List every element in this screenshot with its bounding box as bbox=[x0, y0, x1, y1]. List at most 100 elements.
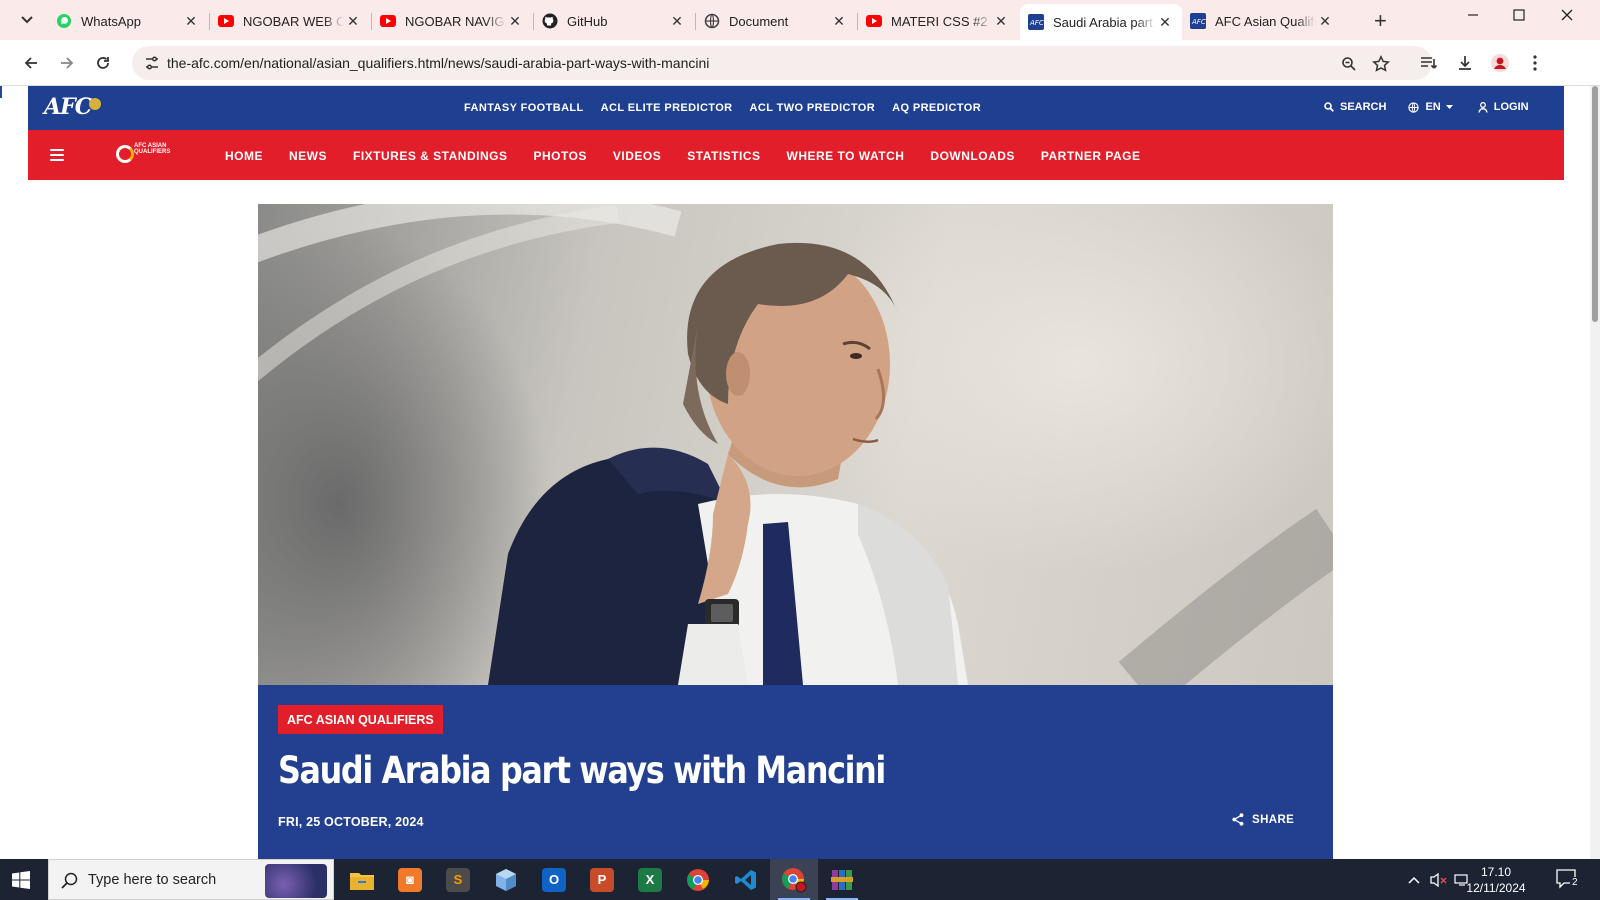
close-icon[interactable]: ✕ bbox=[668, 13, 686, 30]
volume-muted-button[interactable] bbox=[1430, 859, 1448, 900]
category-badge[interactable]: AFC ASIAN QUALIFIERS bbox=[278, 705, 443, 734]
close-icon[interactable]: ✕ bbox=[1156, 14, 1174, 31]
file-explorer-icon bbox=[350, 872, 374, 890]
powerpoint-icon: P bbox=[590, 867, 614, 892]
tab-afc-asian-qualifiers[interactable]: AFC AFC Asian Qualifie ✕ bbox=[1182, 6, 1342, 36]
tab-ngobar-web[interactable]: NGOBAR WEB CO ✕ bbox=[210, 6, 370, 36]
youtube-icon bbox=[218, 13, 234, 29]
main-nav-bar: AFC ASIAN QUALIFIERS HOME NEWS FIXTURES … bbox=[28, 130, 1564, 180]
nav-videos[interactable]: VIDEOS bbox=[613, 149, 661, 163]
search-icon bbox=[61, 872, 78, 889]
article-headline: Saudi Arabia part ways with Mancini bbox=[278, 749, 886, 792]
reading-list-icon[interactable] bbox=[1418, 52, 1440, 74]
profile-avatar-icon[interactable] bbox=[1489, 52, 1511, 74]
maximize-icon bbox=[1513, 9, 1525, 21]
taskbar-excel[interactable]: X bbox=[626, 859, 674, 900]
nav-fixtures-standings[interactable]: FIXTURES & STANDINGS bbox=[353, 149, 507, 163]
taskbar-vscode[interactable] bbox=[722, 859, 770, 900]
close-window-button[interactable] bbox=[1552, 8, 1582, 26]
taskbar-winrar[interactable] bbox=[818, 859, 866, 900]
top-nav-fantasy-football[interactable]: FANTASY FOOTBALL bbox=[464, 102, 584, 114]
tab-ngobar-navigasi[interactable]: NGOBAR NAVIGA ✕ bbox=[372, 6, 532, 36]
taskbar-file-explorer[interactable] bbox=[338, 859, 386, 900]
tab-title: GitHub bbox=[567, 13, 608, 29]
clock-date: 12/11/2024 bbox=[1466, 881, 1526, 895]
tab-title: NGOBAR NAVIGA bbox=[405, 13, 506, 29]
close-icon[interactable]: ✕ bbox=[1316, 13, 1334, 30]
sublime-text-icon: S bbox=[446, 867, 470, 892]
top-nav-acl-elite-predictor[interactable]: ACL ELITE PREDICTOR bbox=[601, 102, 733, 114]
nav-news[interactable]: NEWS bbox=[289, 149, 327, 163]
nav-statistics[interactable]: STATISTICS bbox=[687, 149, 760, 163]
windows-start-button[interactable] bbox=[12, 871, 30, 889]
tab-search-button[interactable] bbox=[14, 8, 40, 32]
taskbar-app-orange[interactable]: ◙ bbox=[386, 859, 434, 900]
tab-document[interactable]: Document ✕ bbox=[696, 6, 856, 36]
tray-overflow-button[interactable] bbox=[1408, 859, 1420, 900]
asian-qualifiers-logo[interactable]: AFC ASIAN QUALIFIERS bbox=[116, 142, 178, 168]
new-tab-button[interactable]: + bbox=[1374, 8, 1387, 34]
taskbar-3d-box[interactable] bbox=[482, 859, 530, 900]
tab-materi-css[interactable]: MATERI CSS #2 - I ✕ bbox=[858, 6, 1018, 36]
afc-logo[interactable]: AFC bbox=[44, 94, 102, 120]
taskbar-chrome[interactable] bbox=[674, 859, 722, 900]
address-bar[interactable]: the-afc.com/en/national/asian_qualifiers… bbox=[132, 46, 1432, 80]
menu-kebab-icon[interactable] bbox=[1524, 52, 1546, 74]
close-icon[interactable]: ✕ bbox=[992, 13, 1010, 30]
taskbar-chrome-profile[interactable] bbox=[770, 859, 818, 900]
hamburger-menu-icon[interactable] bbox=[50, 149, 64, 161]
site-settings-icon[interactable] bbox=[144, 55, 160, 76]
scrollbar-thumb[interactable] bbox=[1592, 86, 1598, 322]
maximize-button[interactable] bbox=[1504, 8, 1534, 26]
search-button[interactable]: SEARCH bbox=[1324, 101, 1386, 113]
taskbar-powerpoint[interactable]: P bbox=[578, 859, 626, 900]
page-scrollbar[interactable] bbox=[1590, 86, 1600, 859]
taskbar-sublime-text[interactable]: S bbox=[434, 859, 482, 900]
language-selector[interactable]: EN bbox=[1408, 101, 1453, 113]
taskbar-outlook[interactable]: O bbox=[530, 859, 578, 900]
share-button[interactable]: SHARE bbox=[1232, 813, 1294, 826]
url-text: the-afc.com/en/national/asian_qualifiers… bbox=[167, 55, 710, 71]
globe-icon bbox=[1408, 101, 1420, 113]
nav-downloads[interactable]: DOWNLOADS bbox=[930, 149, 1015, 163]
bookmark-star-icon[interactable] bbox=[1371, 54, 1391, 74]
minimize-button[interactable] bbox=[1458, 8, 1488, 26]
share-label: SHARE bbox=[1252, 813, 1295, 826]
afc-favicon-icon: AFC bbox=[1190, 13, 1206, 29]
login-button[interactable]: LOGIN bbox=[1478, 101, 1529, 113]
tab-title: Document bbox=[729, 13, 789, 29]
chrome-icon bbox=[687, 868, 709, 891]
browser-toolbar: the-afc.com/en/national/asian_qualifiers… bbox=[0, 40, 1600, 86]
back-button[interactable] bbox=[20, 52, 42, 74]
nav-photos[interactable]: PHOTOS bbox=[533, 149, 586, 163]
search-label: SEARCH bbox=[1340, 101, 1387, 113]
close-icon[interactable]: ✕ bbox=[182, 13, 200, 30]
zoom-icon[interactable] bbox=[1339, 54, 1359, 74]
tab-github[interactable]: GitHub ✕ bbox=[534, 6, 694, 36]
page-edge-accent bbox=[0, 86, 2, 98]
taskbar-search[interactable]: Type here to search bbox=[48, 859, 334, 900]
top-nav-acl-two-predictor[interactable]: ACL TWO PREDICTOR bbox=[750, 102, 876, 114]
reload-button[interactable] bbox=[92, 52, 114, 74]
top-nav-aq-predictor[interactable]: AQ PREDICTOR bbox=[892, 102, 981, 114]
close-icon[interactable]: ✕ bbox=[344, 13, 362, 30]
forward-button[interactable] bbox=[56, 52, 78, 74]
download-icon[interactable] bbox=[1454, 52, 1476, 74]
taskbar-clock[interactable]: 17.10 12/11/2024 bbox=[1456, 864, 1536, 896]
nav-where-to-watch[interactable]: WHERE TO WATCH bbox=[787, 149, 905, 163]
close-icon[interactable]: ✕ bbox=[830, 13, 848, 30]
close-icon[interactable]: ✕ bbox=[506, 13, 524, 30]
article-hero-image bbox=[258, 204, 1333, 685]
top-nav: FANTASY FOOTBALL ACL ELITE PREDICTOR ACL… bbox=[464, 102, 981, 114]
minimize-icon bbox=[1468, 14, 1478, 16]
nav-home[interactable]: HOME bbox=[225, 149, 263, 163]
nav-partner-page[interactable]: PARTNER PAGE bbox=[1041, 149, 1141, 163]
arrow-right-icon bbox=[61, 57, 74, 69]
asian-qualifiers-logo-text: AFC ASIAN QUALIFIERS bbox=[134, 143, 171, 155]
whatsapp-icon bbox=[56, 13, 72, 29]
notification-center-button[interactable]: 2 bbox=[1556, 869, 1580, 894]
user-icon bbox=[1478, 101, 1488, 113]
tab-whatsapp[interactable]: WhatsApp ✕ bbox=[48, 6, 208, 36]
tab-title: NGOBAR WEB CO bbox=[243, 13, 344, 29]
tab-saudi-arabia-active[interactable]: AFC Saudi Arabia part ✕ bbox=[1020, 4, 1182, 40]
